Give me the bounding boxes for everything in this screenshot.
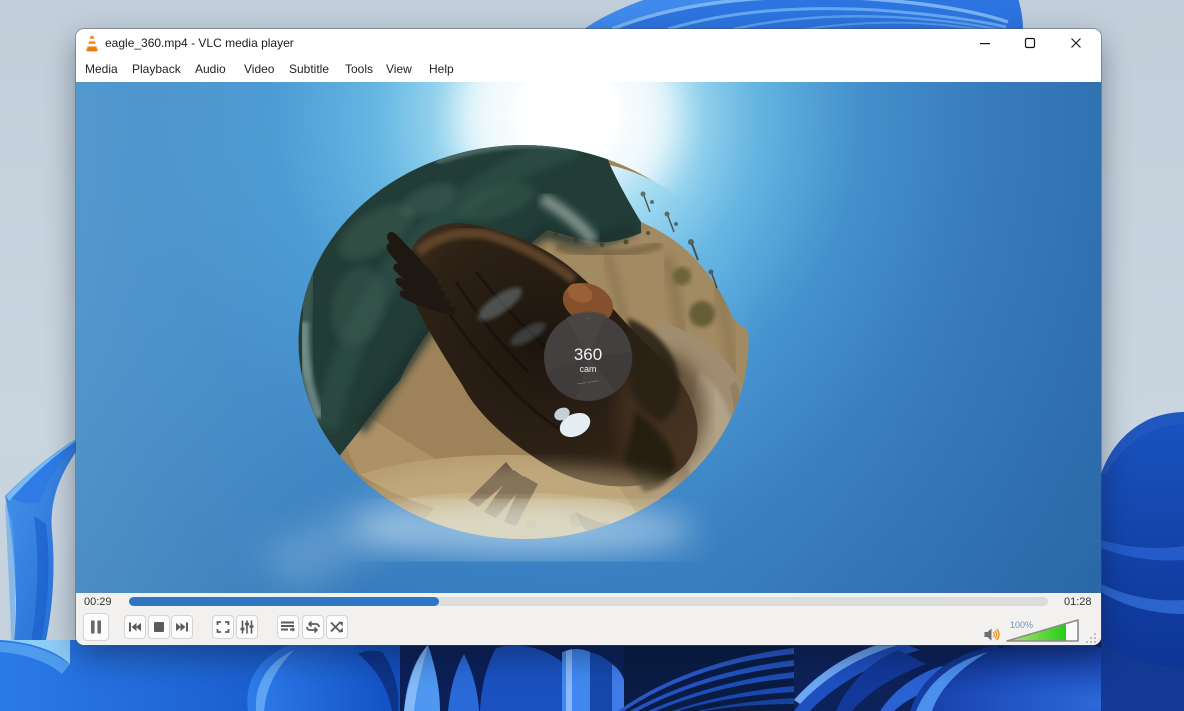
svg-text:cam: cam [579, 364, 596, 374]
svg-text:360: 360 [574, 345, 602, 364]
svg-text:....: .... [585, 315, 590, 320]
